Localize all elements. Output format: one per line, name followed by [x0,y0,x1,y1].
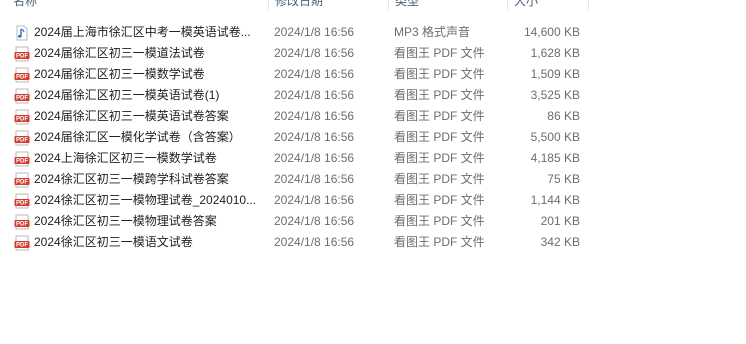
file-size: 342 KB [540,235,580,249]
file-size: 5,500 KB [530,130,580,144]
file-size: 201 KB [540,214,580,228]
file-size: 75 KB [547,172,580,186]
pdf-file-icon: PDF [14,214,30,230]
file-name-cell[interactable]: PDF 2024届徐汇区初三一模英语试卷答案 [14,106,229,127]
file-size: 3,525 KB [530,88,580,102]
file-size: 1,628 KB [530,46,580,60]
pdf-file-icon: PDF [14,67,30,83]
file-explorer: 名称 修改日期 类型 大小 2024届上海市徐汇区中考一模英语试卷... 2024… [0,0,746,344]
file-name: 2024届徐汇区初三一模数学试卷 [34,67,205,81]
file-name: 2024届徐汇区初三一模英语试卷(1) [34,88,220,102]
column-header-date[interactable]: 修改日期 [270,0,386,10]
svg-text:PDF: PDF [16,221,28,227]
file-name-cell[interactable]: PDF 2024徐汇区初三一模物理试卷答案 [14,211,217,232]
svg-text:PDF: PDF [16,242,28,248]
file-modified-date: 2024/1/8 16:56 [274,67,355,81]
file-name: 2024徐汇区初三一模物理试卷_2024010... [34,193,257,207]
pdf-file-icon: PDF [14,151,30,167]
file-name-cell[interactable]: PDF 2024届徐汇区初三一模英语试卷(1) [14,85,219,106]
file-name-cell[interactable]: PDF 2024届徐汇区初三一模道法试卷 [14,43,205,64]
svg-text:PDF: PDF [16,53,28,59]
file-type: 看图王 PDF 文件 [394,151,485,165]
svg-text:PDF: PDF [16,95,28,101]
file-modified-date: 2024/1/8 16:56 [274,25,355,39]
file-modified-date: 2024/1/8 16:56 [274,172,355,186]
file-type: 看图王 PDF 文件 [394,88,485,102]
file-name: 2024徐汇区初三一模跨学科试卷答案 [34,172,229,186]
svg-text:PDF: PDF [16,179,28,185]
file-modified-date: 2024/1/8 16:56 [274,214,355,228]
file-row[interactable]: PDF 2024徐汇区初三一模语文试卷 2024/1/8 16:56 看图王 PDF … [0,232,746,253]
file-type: 看图王 PDF 文件 [394,193,485,207]
file-modified-date: 2024/1/8 16:56 [274,46,355,60]
pdf-file-icon: PDF [14,235,30,251]
file-name-cell[interactable]: PDF 2024徐汇区初三一模语文试卷 [14,232,193,253]
file-type: 看图王 PDF 文件 [394,172,485,186]
file-name: 2024上海徐汇区初三一模数学试卷 [34,151,217,165]
file-name-cell[interactable]: PDF 2024徐汇区初三一模物理试卷_2024010... [14,190,256,211]
column-separator[interactable] [388,0,389,10]
column-header-size[interactable]: 大小 [509,0,587,10]
file-size: 14,600 KB [523,25,580,39]
file-type: 看图王 PDF 文件 [394,67,485,81]
file-size: 86 KB [547,109,580,123]
svg-text:PDF: PDF [16,74,28,80]
pdf-file-icon: PDF [14,172,30,188]
file-size: 1,509 KB [530,67,580,81]
file-list: 2024届上海市徐汇区中考一模英语试卷... 2024/1/8 16:56 MP3 … [0,22,746,253]
file-type: 看图王 PDF 文件 [394,214,485,228]
file-row[interactable]: PDF 2024届徐汇区初三一模道法试卷 2024/1/8 16:56 看图王 PDF… [0,43,746,64]
file-row[interactable]: PDF 2024徐汇区初三一模物理试卷答案 2024/1/8 16:56 看图王 PD… [0,211,746,232]
file-type: 看图王 PDF 文件 [394,46,485,60]
file-name: 2024届徐汇区初三一模英语试卷答案 [34,109,229,123]
file-name-cell[interactable]: PDF 2024届徐汇区一模化学试卷（含答案） [14,127,241,148]
pdf-file-icon: PDF [14,46,30,62]
file-name-cell[interactable]: PDF 2024徐汇区初三一模跨学科试卷答案 [14,169,229,190]
file-modified-date: 2024/1/8 16:56 [274,130,355,144]
audio-file-icon [14,25,30,41]
column-separator[interactable] [507,0,508,10]
file-size: 4,185 KB [530,151,580,165]
pdf-file-icon: PDF [14,109,30,125]
file-type: 看图王 PDF 文件 [394,109,485,123]
column-header-type[interactable]: 类型 [390,0,506,10]
file-row[interactable]: PDF 2024徐汇区初三一模物理试卷_2024010... 2024/1/8 16… [0,190,746,211]
file-name: 2024届上海市徐汇区中考一模英语试卷... [34,25,251,39]
svg-text:PDF: PDF [16,158,28,164]
pdf-file-icon: PDF [14,88,30,104]
file-row[interactable]: PDF 2024届徐汇区一模化学试卷（含答案） 2024/1/8 16:56 看图王 … [0,127,746,148]
file-row[interactable]: PDF 2024届徐汇区初三一模英语试卷(1) 2024/1/8 16:56 看图王 … [0,85,746,106]
file-name: 2024徐汇区初三一模物理试卷答案 [34,214,217,228]
file-type: 看图王 PDF 文件 [394,130,485,144]
file-name: 2024徐汇区初三一模语文试卷 [34,235,193,249]
column-separator[interactable] [588,0,589,10]
file-row[interactable]: PDF 2024届徐汇区初三一模英语试卷答案 2024/1/8 16:56 看图王 P… [0,106,746,127]
file-name: 2024届徐汇区初三一模道法试卷 [34,46,205,60]
file-row[interactable]: PDF 2024上海徐汇区初三一模数学试卷 2024/1/8 16:56 看图王 PD… [0,148,746,169]
file-name: 2024届徐汇区一模化学试卷（含答案） [34,130,241,144]
file-size: 1,144 KB [530,193,580,207]
file-type: MP3 格式声音 [394,25,471,39]
svg-text:PDF: PDF [16,137,28,143]
column-header-name[interactable]: 名称 [8,0,266,10]
file-name-cell[interactable]: PDF 2024上海徐汇区初三一模数学试卷 [14,148,217,169]
svg-text:PDF: PDF [16,200,28,206]
column-header: 名称 修改日期 类型 大小 [0,0,746,10]
file-row[interactable]: 2024届上海市徐汇区中考一模英语试卷... 2024/1/8 16:56 MP3 … [0,22,746,43]
file-modified-date: 2024/1/8 16:56 [274,109,355,123]
file-row[interactable]: PDF 2024徐汇区初三一模跨学科试卷答案 2024/1/8 16:56 看图王 P… [0,169,746,190]
file-row[interactable]: PDF 2024届徐汇区初三一模数学试卷 2024/1/8 16:56 看图王 PDF… [0,64,746,85]
file-type: 看图王 PDF 文件 [394,235,485,249]
file-modified-date: 2024/1/8 16:56 [274,235,355,249]
file-modified-date: 2024/1/8 16:56 [274,88,355,102]
file-modified-date: 2024/1/8 16:56 [274,151,355,165]
file-name-cell[interactable]: 2024届上海市徐汇区中考一模英语试卷... [14,22,251,43]
column-separator[interactable] [268,0,269,10]
file-modified-date: 2024/1/8 16:56 [274,193,355,207]
file-name-cell[interactable]: PDF 2024届徐汇区初三一模数学试卷 [14,64,205,85]
pdf-file-icon: PDF [14,193,30,209]
svg-text:PDF: PDF [16,116,28,122]
pdf-file-icon: PDF [14,130,30,146]
